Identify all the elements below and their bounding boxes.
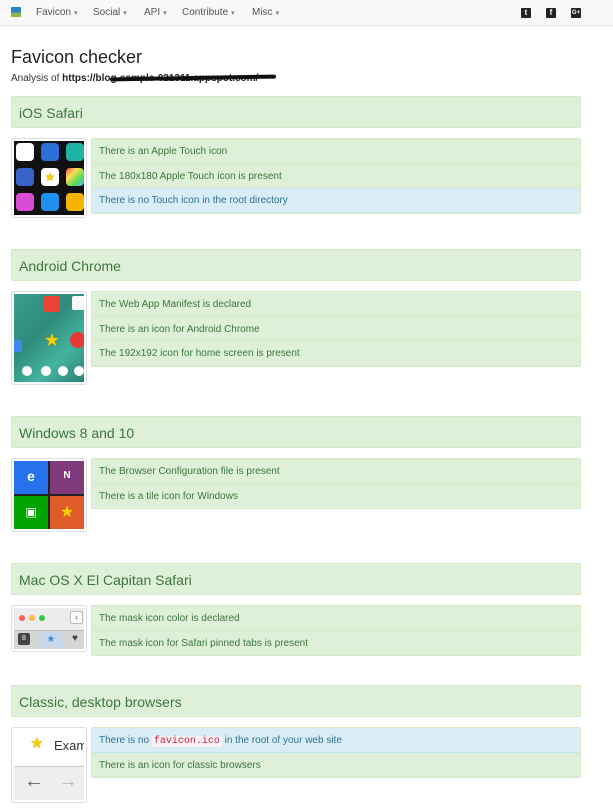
section-header-classic-browsers: Classic, desktop browsers xyxy=(11,685,581,717)
nav-api-label: API xyxy=(144,7,161,18)
gmail-icon xyxy=(44,296,60,312)
app-icon xyxy=(72,296,84,310)
section-title: Classic, desktop browsers xyxy=(19,694,182,710)
section-title: iOS Safari xyxy=(19,105,83,121)
nav-contribute-label: Contribute xyxy=(182,7,229,18)
check-text-before: There is no xyxy=(99,735,150,746)
analysis-prefix: Analysis of xyxy=(11,73,60,84)
forward-arrow-icon: → xyxy=(58,770,78,792)
favicon-star-icon: ★ xyxy=(43,330,61,350)
favicon-tile-star-icon: ★ xyxy=(50,496,84,529)
notes-app-icon xyxy=(66,193,84,211)
check-item: The 192x192 icon for home screen is pres… xyxy=(92,341,580,366)
pinned-tab-twitter-icon: ♥ xyxy=(72,633,78,644)
nav-misc-menu[interactable]: Misc ▾ xyxy=(252,7,279,18)
zoom-window-icon xyxy=(39,615,45,621)
favicon-star-icon: ★ xyxy=(30,735,44,752)
nav-social-menu[interactable]: Social ▾ xyxy=(93,7,127,18)
ios-check-list: There is an Apple Touch icon The 180x180… xyxy=(91,138,581,214)
nav-contribute-menu[interactable]: Contribute ▾ xyxy=(182,7,235,18)
app-store-icon xyxy=(41,193,59,211)
section-title: Windows 8 and 10 xyxy=(19,425,135,441)
nav-api-menu[interactable]: API ▾ xyxy=(144,7,167,18)
android-home-screen-thumbnail: ★ xyxy=(11,291,87,385)
navbar: Favicon ▾ Social ▾ API ▾ Contribute ▾ Misc ▾ … xyxy=(0,0,613,26)
caret-down-icon: ▾ xyxy=(123,10,127,17)
favicon-ico-code: favicon.ico xyxy=(151,736,222,747)
section-header-windows: Windows 8 and 10 xyxy=(11,416,581,448)
check-item: The Browser Configuration file is presen… xyxy=(92,459,580,484)
check-item: There is an icon for Android Chrome xyxy=(92,316,580,341)
close-window-icon xyxy=(19,615,25,621)
check-item: The mask icon for Safari pinned tabs is … xyxy=(92,630,580,655)
facebook-icon[interactable]: f xyxy=(546,8,556,18)
section-header-ios-safari: iOS Safari xyxy=(11,96,581,128)
section-header-mac-safari: Mac OS X El Capitan Safari xyxy=(11,563,581,595)
mac-check-list: The mask icon color is declared The mask… xyxy=(91,605,581,656)
clock-app-icon xyxy=(16,143,34,161)
caret-down-icon: ▾ xyxy=(275,10,280,17)
pinned-tab-icon: 8 xyxy=(18,633,30,645)
minimize-window-icon xyxy=(29,615,35,621)
page-title: Favicon checker xyxy=(11,47,143,67)
check-item: The Web App Manifest is declared xyxy=(92,292,580,317)
store-tile-icon: ▣ xyxy=(14,496,48,529)
photos-app-icon xyxy=(66,168,84,186)
nav-favicon-label: Favicon xyxy=(36,7,72,18)
check-text-after: in the root of your web site xyxy=(224,735,342,746)
app-icon xyxy=(16,168,34,186)
windows-check-list: The Browser Configuration file is presen… xyxy=(91,458,581,509)
safari-pinned-tabs-thumbnail: ‹ 8 ★ ♥ xyxy=(11,605,87,652)
check-item: There is an Apple Touch icon xyxy=(92,139,580,164)
caret-down-icon: ▾ xyxy=(231,10,235,17)
back-arrow-icon: ← xyxy=(24,770,44,792)
twitter-icon[interactable]: t xyxy=(521,8,531,18)
itunes-store-icon xyxy=(16,193,34,211)
nav-misc-label: Misc xyxy=(252,7,273,18)
dock-icon xyxy=(74,366,84,376)
check-item: There is no Touch icon in the root direc… xyxy=(92,188,580,213)
back-chevron-icon: ‹ xyxy=(70,611,83,624)
dock-icon xyxy=(41,366,51,376)
check-item: There is an icon for classic browsers xyxy=(92,752,580,777)
check-item: There is a tile icon for Windows xyxy=(92,483,580,508)
dock-icon xyxy=(22,366,32,376)
stocks-app-icon xyxy=(66,143,84,161)
maps-icon xyxy=(14,340,22,352)
section-title: Mac OS X El Capitan Safari xyxy=(19,572,192,588)
onenote-tile-icon: N xyxy=(50,461,84,494)
section-header-android-chrome: Android Chrome xyxy=(11,249,581,281)
section-title: Android Chrome xyxy=(19,258,121,274)
classic-browser-tab-thumbnail: ★ Exam ← → xyxy=(11,727,87,803)
classic-check-list: There is no favicon.ico in the root of y… xyxy=(91,727,581,778)
play-music-icon xyxy=(70,332,84,348)
browser-tab-title: Exam xyxy=(54,738,84,753)
windows-start-screen-thumbnail: e N ▣ ★ xyxy=(11,458,87,532)
videos-app-icon xyxy=(41,143,59,161)
check-item: There is no favicon.ico in the root of y… xyxy=(92,728,580,753)
nav-social-label: Social xyxy=(93,7,121,18)
pinned-tab-mask-star-icon: ★ xyxy=(39,632,63,648)
caret-down-icon: ▾ xyxy=(74,10,78,17)
ios-home-screen-thumbnail: ★ xyxy=(11,138,87,218)
check-item: The 180x180 Apple Touch icon is present xyxy=(92,163,580,188)
internet-explorer-tile-icon: e xyxy=(14,461,48,494)
google-plus-icon[interactable]: G+ xyxy=(571,8,581,18)
site-logo-icon[interactable] xyxy=(11,7,21,17)
tile-star-icon: ★ xyxy=(41,168,59,186)
dock-icon xyxy=(58,366,68,376)
check-item: The mask icon color is declared xyxy=(92,606,580,631)
caret-down-icon: ▾ xyxy=(163,10,167,17)
android-check-list: The Web App Manifest is declared There i… xyxy=(91,291,581,367)
nav-favicon-menu[interactable]: Favicon ▾ xyxy=(36,7,78,18)
